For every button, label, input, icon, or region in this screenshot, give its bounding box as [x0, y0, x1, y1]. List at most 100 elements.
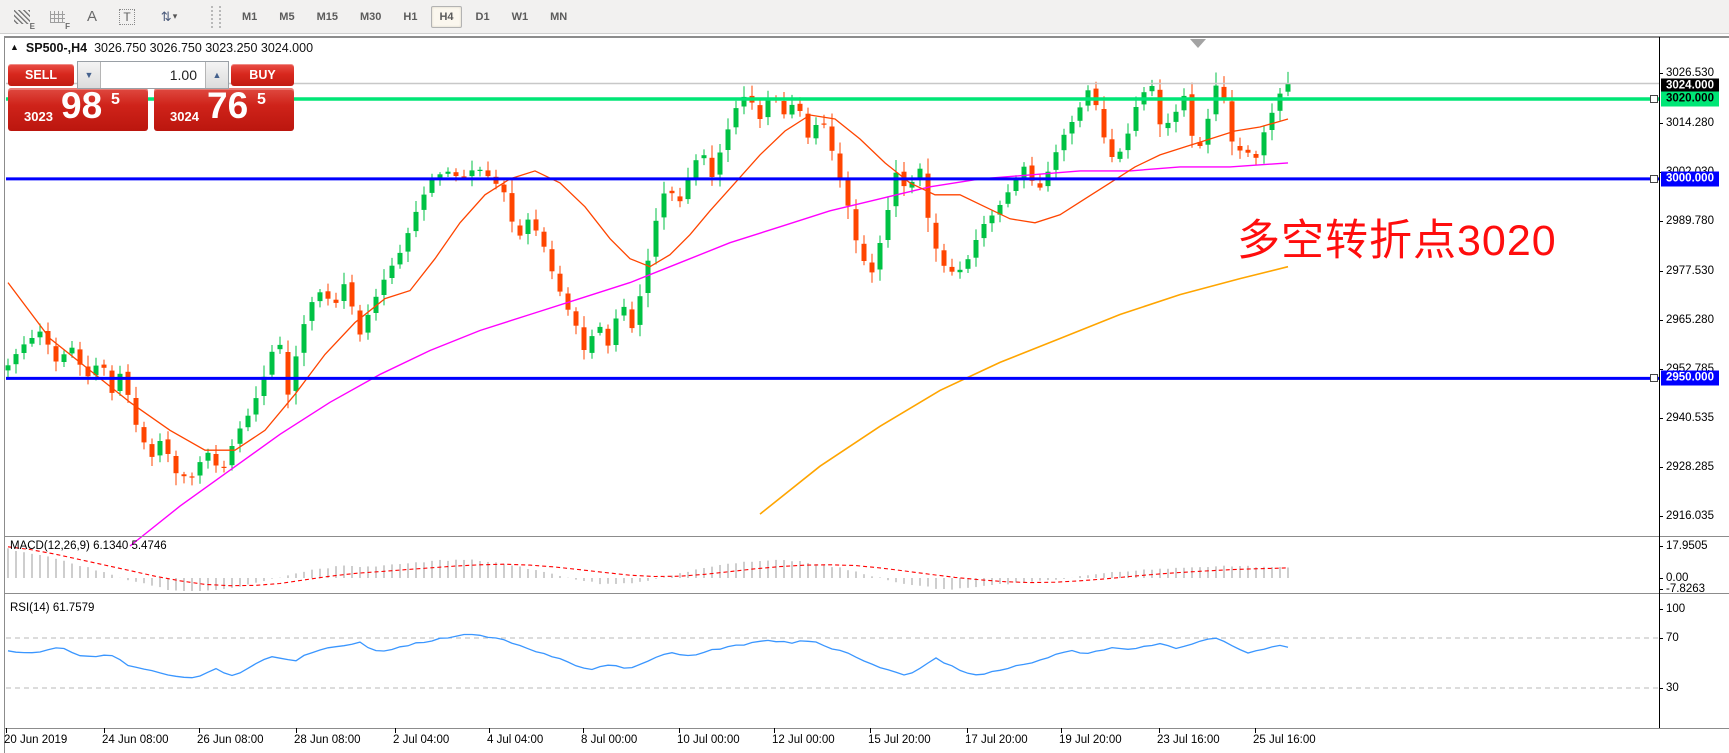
xaxis-border: [5, 728, 1729, 729]
volume-increase-button[interactable]: ▲: [205, 62, 228, 88]
volume-decrease-button[interactable]: ▼: [78, 62, 101, 88]
indicator-glyph: [14, 10, 30, 24]
time-tick: [1159, 728, 1160, 733]
buy-price-pips: 76: [207, 85, 248, 127]
buy-price-panel[interactable]: 3024 76 5: [154, 88, 294, 131]
axis-tick: [1659, 589, 1663, 590]
volume-input[interactable]: 1.00: [101, 62, 205, 88]
price-badge-2950.000: 2950.000: [1661, 371, 1719, 386]
timeframe-button-w1[interactable]: W1: [504, 6, 537, 28]
time-tick: [679, 728, 680, 733]
timeframe-group: M1 M5 M15 M30 H1 H4 D1 W1MN: [231, 6, 578, 28]
price-axis-line[interactable]: [1659, 37, 1660, 728]
axis-tick: [1659, 221, 1663, 222]
time-label: 17 Jul 20:00: [965, 734, 1028, 746]
time-tick: [1255, 728, 1256, 733]
price-label: 2989.780: [1666, 215, 1714, 227]
text-label-icon[interactable]: T: [114, 5, 140, 29]
time-label: 24 Jun 08:00: [102, 734, 169, 746]
timeframe-button-m15[interactable]: M15: [309, 6, 346, 28]
timeframe-button-mn[interactable]: MN: [542, 6, 575, 28]
axis-tick: [1659, 609, 1663, 610]
time-label: 12 Jul 00:00: [772, 734, 835, 746]
time-tick: [774, 728, 775, 733]
time-label: 2 Jul 04:00: [393, 734, 449, 746]
axis-tick: [1659, 638, 1663, 639]
time-label: 8 Jul 00:00: [581, 734, 637, 746]
indicators-icon-sub: E: [30, 22, 35, 31]
axis-tick: [1659, 467, 1663, 468]
time-tick: [395, 728, 396, 733]
time-label: 19 Jul 20:00: [1059, 734, 1122, 746]
line-handle-3000[interactable]: [1650, 175, 1658, 183]
toolbar-grip[interactable]: [211, 6, 221, 28]
buy-button[interactable]: BUY: [231, 64, 294, 86]
time-tick: [489, 728, 490, 733]
time-tick: [870, 728, 871, 733]
timeframe-button-m1[interactable]: M1: [234, 6, 265, 28]
time-tick: [296, 728, 297, 733]
time-label: 10 Jul 00:00: [677, 734, 740, 746]
time-tick: [967, 728, 968, 733]
sell-price-fraction: 5: [111, 91, 120, 109]
rsi-axis-label: 100: [1666, 603, 1685, 615]
text-label-glyph: T: [119, 9, 134, 25]
chevron-down-icon: ▾: [173, 11, 178, 22]
axis-tick: [1659, 271, 1663, 272]
volume-spinner: ▼ 1.00 ▲: [77, 61, 229, 89]
sort-arrows-icon[interactable]: ⇅ ▾: [149, 5, 189, 29]
timeframe-button-d1[interactable]: D1: [468, 6, 498, 28]
indicators-icon[interactable]: E: [9, 5, 35, 29]
rsi-axis-label: 30: [1666, 682, 1679, 694]
axis-tick: [1659, 516, 1663, 517]
axis-tick: [1659, 578, 1663, 579]
line-handle-2950[interactable]: [1650, 374, 1658, 382]
price-label: 2928.285: [1666, 461, 1714, 473]
time-tick: [199, 728, 200, 733]
text-a-icon[interactable]: A: [79, 5, 105, 29]
sell-button[interactable]: SELL: [8, 64, 74, 86]
chart-title: ▲ SP500-,H4 3026.750 3026.750 3023.250 3…: [10, 41, 313, 55]
price-label: 2977.530: [1666, 265, 1714, 277]
axis-tick: [1659, 123, 1663, 124]
candlestick-series: [6, 72, 1291, 486]
sell-price-integer: 3023: [24, 109, 53, 124]
price-label: 2916.035: [1666, 510, 1714, 522]
chart-shift-icon[interactable]: [1190, 39, 1206, 48]
toolbar: E F A T ⇅ ▾ M1 M5 M15 M30 H1 H4 D1 W1MN: [0, 0, 1729, 34]
window-marker-icon[interactable]: ▲: [10, 42, 19, 52]
price-label: 3026.530: [1666, 67, 1714, 79]
timeframe-button-m30[interactable]: M30: [352, 6, 389, 28]
time-label: 20 Jun 2019: [4, 734, 67, 746]
text-a-label: A: [87, 8, 97, 25]
sell-price-panel[interactable]: 3023 98 5: [8, 88, 148, 131]
chart-top-border: [5, 37, 1729, 38]
ma-slow-line: [760, 267, 1288, 514]
price-label: 2940.535: [1666, 412, 1714, 424]
sort-arrows-glyph: ⇅: [161, 9, 170, 25]
axis-tick: [1659, 546, 1663, 547]
rsi-line: [8, 635, 1288, 678]
macd-separator[interactable]: [5, 536, 1729, 537]
rsi-separator[interactable]: [5, 593, 1729, 594]
price-label: 2965.280: [1666, 314, 1714, 326]
timeframe-button-h4[interactable]: H4: [431, 6, 461, 28]
time-tick: [583, 728, 584, 733]
timeframe-button-m5[interactable]: M5: [271, 6, 302, 28]
grid-icon[interactable]: F: [44, 5, 70, 29]
price-badge-3000.000: 3000.000: [1661, 172, 1719, 187]
price-label: 3014.280: [1666, 117, 1714, 129]
chart-text-annotation[interactable]: 多空转折点3020: [1237, 206, 1557, 268]
time-label: 26 Jun 08:00: [197, 734, 264, 746]
time-tick: [6, 728, 7, 733]
timeframe-button-h1[interactable]: H1: [395, 6, 425, 28]
axis-tick: [1659, 688, 1663, 689]
line-handle-3020[interactable]: [1650, 95, 1658, 103]
time-tick: [104, 728, 105, 733]
grid-glyph: [50, 11, 65, 23]
price-badge-3020.000: 3020.000: [1661, 92, 1719, 107]
macd-label: MACD(12,26,9) 6.1340 5.4746: [10, 540, 167, 552]
time-label: 4 Jul 04:00: [487, 734, 543, 746]
time-tick: [1061, 728, 1062, 733]
buy-price-integer: 3024: [170, 109, 199, 124]
